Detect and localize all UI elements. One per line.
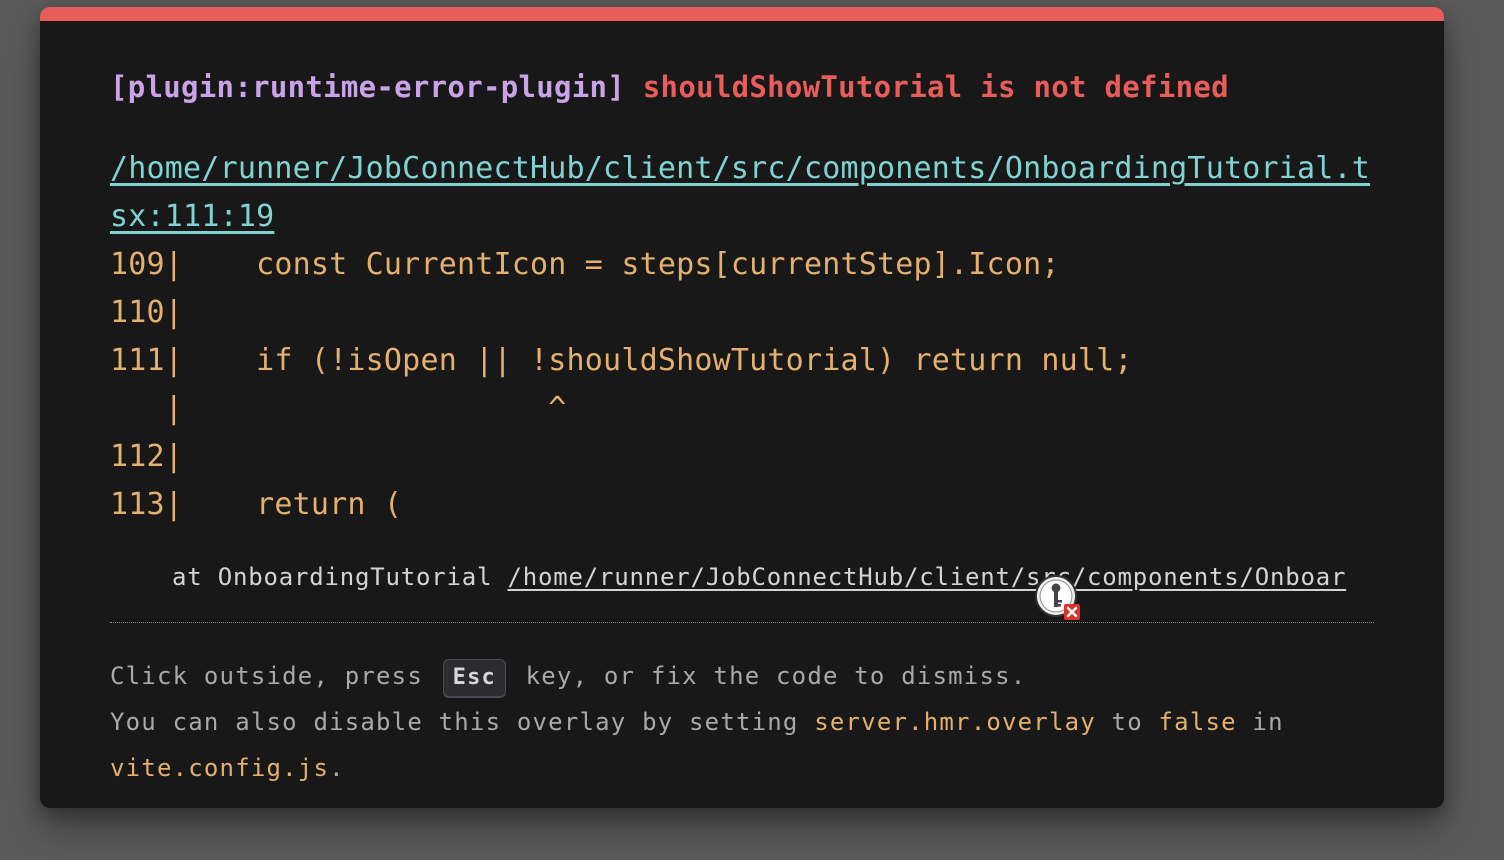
- stack-file-link[interactable]: /home/runner/JobConnectHub/client/src/co…: [507, 563, 1346, 591]
- setting-name: server.hmr.overlay: [814, 708, 1096, 736]
- error-message-text: shouldShowTutorial is not defined: [642, 70, 1229, 104]
- tip-text: Click outside, press: [110, 662, 439, 690]
- stack-function: at OnboardingTutorial: [172, 563, 508, 591]
- setting-value: false: [1158, 708, 1237, 736]
- divider: [110, 622, 1374, 623]
- esc-key: Esc: [442, 659, 506, 698]
- error-message: [plugin:runtime-error-plugin] shouldShow…: [110, 67, 1229, 107]
- stack-trace: at OnboardingTutorial /home/runner/JobCo…: [172, 559, 1346, 595]
- code-line: 110|: [110, 295, 184, 330]
- code-line: 112|: [110, 439, 184, 474]
- code-frame: 109| const CurrentIcon = steps[currentSt…: [110, 241, 1133, 529]
- error-overlay: [plugin:runtime-error-plugin] shouldShow…: [40, 7, 1444, 808]
- tip-text: to: [1095, 708, 1159, 736]
- code-caret-line: | ^: [110, 391, 567, 426]
- tip-text: key, or fix the code to dismiss.: [509, 662, 1027, 690]
- code-line: 113| return (: [110, 487, 403, 522]
- code-line: 109| const CurrentIcon = steps[currentSt…: [110, 247, 1060, 282]
- tip-text: in: [1236, 708, 1284, 736]
- config-file-name: vite.config.js: [110, 754, 330, 782]
- error-file-link[interactable]: /home/runner/JobConnectHub/client/src/co…: [110, 145, 1380, 241]
- plugin-tag: [plugin:runtime-error-plugin]: [110, 70, 626, 104]
- dismiss-tip: Click outside, press Esc key, or fix the…: [110, 653, 1380, 791]
- tip-text: .: [329, 754, 345, 782]
- key-error-icon[interactable]: [1034, 574, 1082, 622]
- tip-text: You can also disable this overlay by set…: [110, 708, 815, 736]
- code-line: 111| if (!isOpen || !shouldShowTutorial)…: [110, 343, 1133, 378]
